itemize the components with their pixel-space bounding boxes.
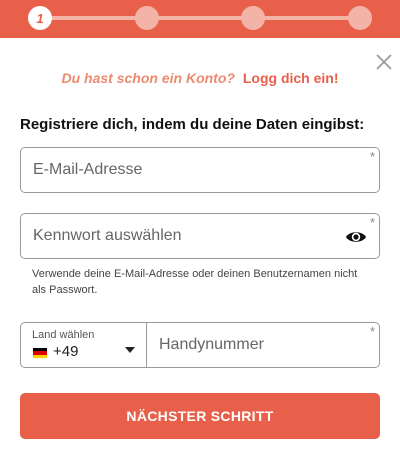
country-label: Land wählen: [32, 329, 95, 341]
login-link[interactable]: Logg dich ein!: [243, 70, 339, 86]
form-heading: Registriere dich, indem du deine Daten e…: [20, 116, 365, 133]
password-placeholder: Kennwort auswählen: [33, 227, 182, 244]
next-step-button[interactable]: NÄCHSTER SCHRITT: [20, 393, 380, 439]
login-question: Du hast schon ein Konto?: [61, 70, 235, 86]
login-prompt: Du hast schon ein Konto? Logg dich ein!: [0, 70, 400, 86]
germany-flag-icon: [33, 348, 47, 358]
phone-field-group: Land wählen +49 Handynummer *: [20, 322, 380, 368]
step-2-indicator: [135, 6, 159, 30]
country-select[interactable]: Land wählen +49: [21, 323, 147, 367]
required-asterisk: *: [369, 324, 375, 339]
required-asterisk: *: [369, 149, 375, 164]
country-code: +49: [53, 343, 79, 360]
email-field[interactable]: E-Mail-Adresse *: [20, 147, 380, 193]
caret-down-icon: [125, 347, 135, 353]
phone-input[interactable]: Handynummer: [159, 336, 264, 354]
password-hint: Verwende deine E-Mail-Adresse oder deine…: [32, 268, 358, 296]
required-asterisk: *: [369, 215, 375, 230]
step-4-indicator: [348, 6, 372, 30]
step-3-indicator: [241, 6, 265, 30]
email-placeholder: E-Mail-Adresse: [33, 161, 143, 178]
step-1-indicator: 1: [28, 6, 52, 30]
eye-icon[interactable]: [345, 228, 367, 246]
progress-stepper: 1: [0, 0, 400, 38]
stepper-line: [40, 16, 360, 20]
password-field[interactable]: Kennwort auswählen *: [20, 213, 380, 259]
